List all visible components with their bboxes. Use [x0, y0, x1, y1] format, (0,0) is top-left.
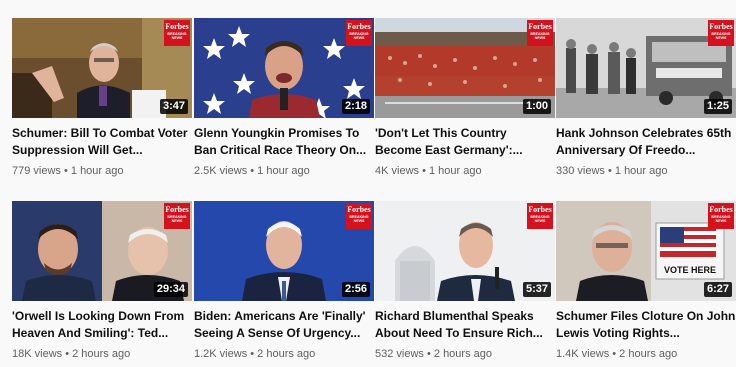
upload-age: 2 hours ago	[72, 348, 131, 360]
view-count: 1.4K views	[556, 348, 610, 360]
video-title[interactable]: Glenn Youngkin Promises To Ban Critical …	[194, 125, 374, 159]
video-card[interactable]: Forbes BREAKING NEWS 29:34 'Orwell Is Lo…	[12, 201, 192, 361]
video-meta: 4K views • 1 hour ago	[375, 165, 482, 177]
badge-subtitle: BREAKING NEWS	[349, 215, 369, 223]
duration-label: 5:37	[522, 282, 551, 297]
upload-age: 2 hours ago	[433, 348, 492, 360]
video-card[interactable]: VOTE HERE Forbes BREAKING NEWS 6:27 Schu…	[556, 201, 736, 361]
video-meta: 330 views • 1 hour ago	[556, 165, 668, 177]
video-title[interactable]: 'Don't Let This Country Become East Germ…	[375, 125, 555, 159]
video-meta: 1.2K views • 2 hours ago	[194, 348, 316, 360]
video-meta: 2.5K views • 1 hour ago	[194, 165, 310, 177]
badge-subtitle: BREAKING NEWS	[167, 32, 187, 40]
forbes-badge: Forbes BREAKING NEWS	[708, 203, 734, 229]
video-title[interactable]: Schumer: Bill To Combat Voter Suppressio…	[12, 125, 192, 159]
badge-brand: Forbes	[347, 205, 371, 214]
badge-subtitle: BREAKING NEWS	[349, 32, 369, 40]
forbes-badge: Forbes BREAKING NEWS	[708, 20, 734, 46]
duration-label: 1:00	[522, 99, 551, 114]
badge-subtitle: BREAKING NEWS	[530, 32, 550, 40]
badge-brand: Forbes	[528, 22, 552, 31]
badge-subtitle: BREAKING NEWS	[530, 215, 550, 223]
upload-age: 1 hour ago	[614, 165, 668, 177]
forbes-badge: Forbes BREAKING NEWS	[164, 20, 190, 46]
video-thumbnail[interactable]: Forbes BREAKING NEWS 3:47	[12, 18, 192, 118]
badge-brand: Forbes	[165, 205, 189, 214]
view-count: 532 views	[375, 348, 424, 360]
video-meta: 1.4K views • 2 hours ago	[556, 348, 678, 360]
video-thumbnail[interactable]: Forbes BREAKING NEWS 2:18	[194, 18, 374, 118]
video-meta: 532 views • 2 hours ago	[375, 348, 492, 360]
view-count: 2.5K views	[194, 165, 248, 177]
video-thumbnail[interactable]: VOTE HERE Forbes BREAKING NEWS 6:27	[556, 201, 736, 301]
badge-brand: Forbes	[165, 22, 189, 31]
duration-label: 29:34	[153, 282, 188, 297]
video-title[interactable]: Biden: Americans Are 'Finally' Seeing A …	[194, 308, 374, 342]
video-thumbnail[interactable]: Forbes BREAKING NEWS 1:25	[556, 18, 736, 118]
forbes-badge: Forbes BREAKING NEWS	[346, 203, 372, 229]
badge-brand: Forbes	[528, 205, 552, 214]
video-thumbnail[interactable]: Forbes BREAKING NEWS 2:56	[194, 201, 374, 301]
forbes-badge: Forbes BREAKING NEWS	[527, 20, 553, 46]
video-thumbnail[interactable]: Forbes BREAKING NEWS 5:37	[375, 201, 555, 301]
video-card[interactable]: Forbes BREAKING NEWS 5:37 Richard Blumen…	[375, 201, 555, 361]
badge-brand: Forbes	[709, 205, 733, 214]
forbes-badge: Forbes BREAKING NEWS	[346, 20, 372, 46]
video-card[interactable]: Forbes BREAKING NEWS 1:00 'Don't Let Thi…	[375, 18, 555, 178]
view-count: 779 views	[12, 165, 61, 177]
duration-label: 6:27	[703, 282, 732, 297]
view-count: 330 views	[556, 165, 605, 177]
video-thumbnail[interactable]: Forbes BREAKING NEWS 29:34	[12, 201, 192, 301]
upload-age: 1 hour ago	[70, 165, 124, 177]
video-card[interactable]: Forbes BREAKING NEWS 2:18 Glenn Youngkin…	[194, 18, 374, 178]
video-meta: 18K views • 2 hours ago	[12, 348, 131, 360]
video-title[interactable]: 'Orwell Is Looking Down From Heaven And …	[12, 308, 192, 342]
duration-label: 3:47	[159, 99, 188, 114]
upload-age: 1 hour ago	[429, 165, 482, 177]
duration-label: 2:56	[341, 282, 370, 297]
view-count: 1.2K views	[194, 348, 248, 360]
upload-age: 2 hours ago	[257, 348, 316, 360]
forbes-badge: Forbes BREAKING NEWS	[527, 203, 553, 229]
badge-subtitle: BREAKING NEWS	[711, 215, 731, 223]
upload-age: 1 hour ago	[257, 165, 310, 177]
duration-label: 2:18	[341, 99, 370, 114]
badge-brand: Forbes	[709, 22, 733, 31]
video-grid: Forbes BREAKING NEWS 3:47 Schumer: Bill …	[0, 0, 736, 367]
duration-label: 1:25	[703, 99, 732, 114]
vote-here-sign-text: VOTE HERE	[664, 265, 716, 275]
upload-age: 2 hours ago	[619, 348, 678, 360]
video-title[interactable]: Richard Blumenthal Speaks About Need To …	[375, 308, 555, 342]
badge-brand: Forbes	[347, 22, 371, 31]
video-card[interactable]: Forbes BREAKING NEWS 3:47 Schumer: Bill …	[12, 18, 192, 178]
video-title[interactable]: Hank Johnson Celebrates 65th Anniversary…	[556, 125, 736, 159]
video-meta: 779 views • 1 hour ago	[12, 165, 124, 177]
video-card[interactable]: Forbes BREAKING NEWS 1:25 Hank Johnson C…	[556, 18, 736, 178]
view-count: 4K views	[375, 165, 420, 177]
video-title[interactable]: Schumer Files Cloture On John Lewis Voti…	[556, 308, 736, 342]
forbes-badge: Forbes BREAKING NEWS	[164, 203, 190, 229]
video-thumbnail[interactable]: Forbes BREAKING NEWS 1:00	[375, 18, 555, 118]
view-count: 18K views	[12, 348, 63, 360]
badge-subtitle: BREAKING NEWS	[167, 215, 187, 223]
badge-subtitle: BREAKING NEWS	[711, 32, 731, 40]
video-card[interactable]: Forbes BREAKING NEWS 2:56 Biden: America…	[194, 201, 374, 361]
